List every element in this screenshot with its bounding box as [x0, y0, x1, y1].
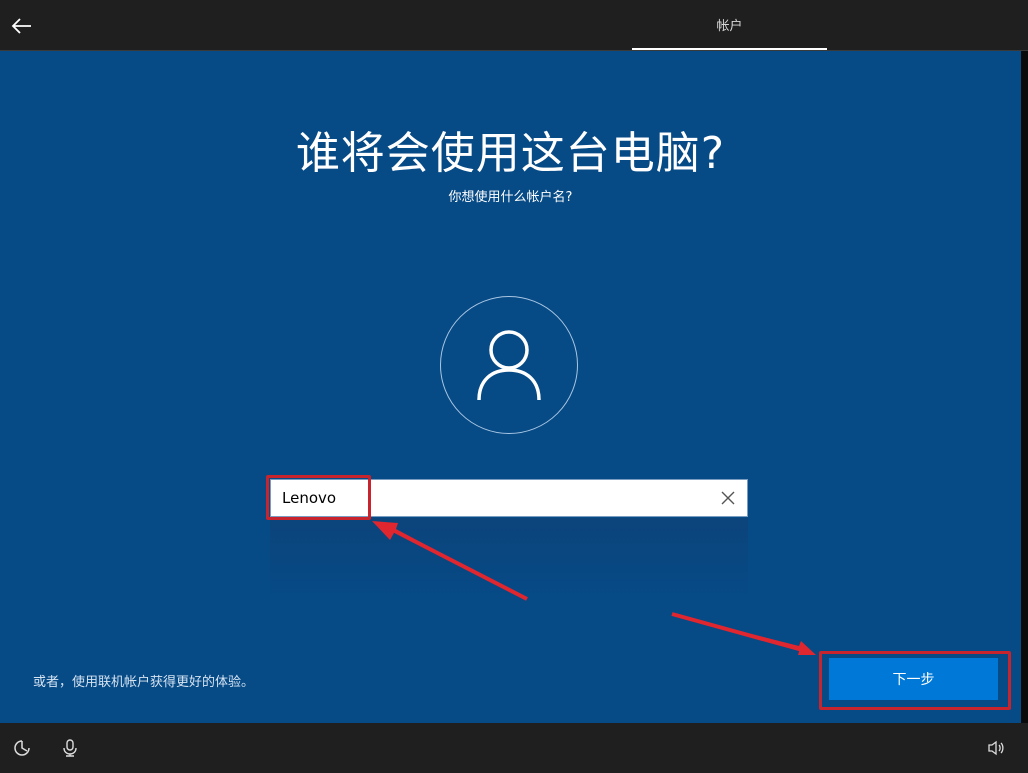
microphone-icon — [63, 739, 77, 757]
back-arrow-icon — [11, 18, 31, 34]
bottom-bar — [0, 723, 1028, 773]
volume-button[interactable] — [985, 737, 1007, 759]
online-account-link[interactable]: 或者，使用联机帐户获得更好的体验。 — [33, 671, 254, 690]
top-bar: 帐户 — [0, 0, 1028, 51]
back-button[interactable] — [8, 12, 36, 40]
microphone-button[interactable] — [59, 737, 81, 759]
avatar — [440, 296, 578, 434]
user-icon — [477, 330, 541, 401]
annotation-box-next — [819, 651, 1011, 710]
page-title: 谁将会使用这台电脑? — [295, 128, 726, 179]
volume-icon — [988, 740, 1004, 756]
tab-account[interactable]: 帐户 — [632, 0, 827, 50]
ease-of-access-button[interactable] — [11, 737, 33, 759]
page-subtitle: 你想使用什么帐户名? — [448, 190, 573, 205]
oobe-screen: 帐户 谁将会使用这台电脑? 你想使用什么帐户名? 或 — [0, 0, 1028, 773]
annotation-arrow-next — [672, 614, 816, 655]
close-icon — [721, 491, 735, 505]
ease-of-access-icon — [14, 740, 30, 756]
input-shadow — [270, 518, 748, 598]
clear-button[interactable] — [719, 489, 737, 507]
main-panel: 谁将会使用这台电脑? 你想使用什么帐户名? 或者，使用联机帐户获得更好的体 — [0, 51, 1028, 723]
annotation-box-username — [266, 475, 371, 520]
